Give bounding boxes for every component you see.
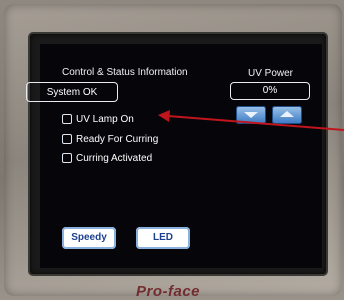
- annotation-arrow: [158, 110, 344, 131]
- annotation-arrow-head-icon: [158, 110, 170, 122]
- device-photo: Control & Status Information System OK U…: [0, 0, 344, 300]
- annotation-arrow-line: [167, 115, 344, 131]
- brand-logo: Pro-face: [136, 283, 201, 300]
